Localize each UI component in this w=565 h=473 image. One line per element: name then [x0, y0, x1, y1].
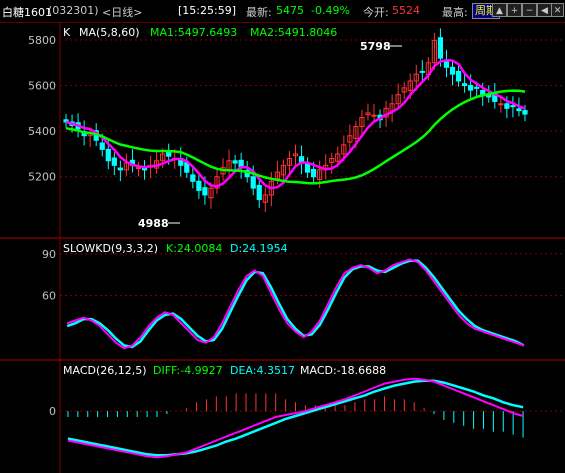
candle-body: [516, 108, 522, 112]
ma2-line: [65, 89, 526, 185]
candle-body: [311, 168, 317, 178]
candle-body: [256, 184, 262, 201]
candle-body: [419, 70, 425, 73]
macd-diff-line: [67, 377, 524, 459]
indicator-lines: [65, 58, 526, 459]
candle-body: [250, 176, 256, 189]
candle-body: [449, 66, 456, 75]
macd-title: MACD(26,12,5): [63, 364, 147, 377]
candle-body: [117, 167, 123, 171]
candle-body: [135, 167, 142, 170]
candle-body: [111, 157, 117, 166]
kd-tick-label: 90: [42, 248, 56, 261]
candle-body: [202, 187, 208, 196]
macd-value-label: MACD:-18.6688: [300, 364, 386, 377]
candle-body: [510, 105, 516, 108]
chart-area[interactable]: K MA(5,8,60) MA1:5497.6493 MA2:5491.8046…: [0, 0, 565, 473]
kd-d-line: [66, 259, 525, 349]
candle-body: [474, 86, 480, 89]
macd-tick-label: 0: [49, 405, 56, 418]
price-tick-label: 5400: [28, 125, 56, 138]
price-tick-label: 5200: [28, 171, 56, 184]
candle-body: [498, 103, 504, 106]
candle-body: [437, 37, 444, 59]
ma1-label: MA1:5497.6493: [150, 26, 237, 39]
macd-dea-label: DEA:4.3517: [230, 364, 295, 377]
candle-body: [371, 114, 377, 117]
price-tick-label: 5600: [28, 80, 56, 93]
candle-body: [504, 103, 510, 109]
candle-body: [455, 70, 462, 82]
candle-body: [522, 110, 528, 115]
ma-title: MA(5,8,60): [79, 26, 140, 39]
candle-body: [443, 60, 450, 68]
kd-title: SLOWKD(9,3,3,2): [63, 242, 158, 255]
low-marker: 4988: [138, 217, 169, 230]
ma2-label: MA2:5491.8046: [250, 26, 337, 39]
candle-body: [190, 174, 196, 182]
candle-body: [196, 180, 202, 191]
candle-body: [461, 83, 468, 87]
candle-body: [232, 160, 238, 164]
candle-body: [99, 142, 105, 150]
macd-diff-label: DIFF:-4.9927: [153, 364, 223, 377]
kd-k-line: [66, 258, 525, 350]
kd-k-label: K:24.0084: [166, 242, 222, 255]
candle-body: [105, 148, 111, 162]
macd-dea-line: [67, 379, 524, 457]
k-label: K: [63, 26, 71, 39]
candles: [63, 28, 528, 213]
candle-body: [468, 85, 474, 91]
kd-d-label: D:24.1954: [230, 242, 288, 255]
price-tick-label: 5800: [28, 34, 56, 47]
kd-tick-label: 60: [42, 290, 56, 303]
high-marker: 5798: [360, 40, 391, 53]
